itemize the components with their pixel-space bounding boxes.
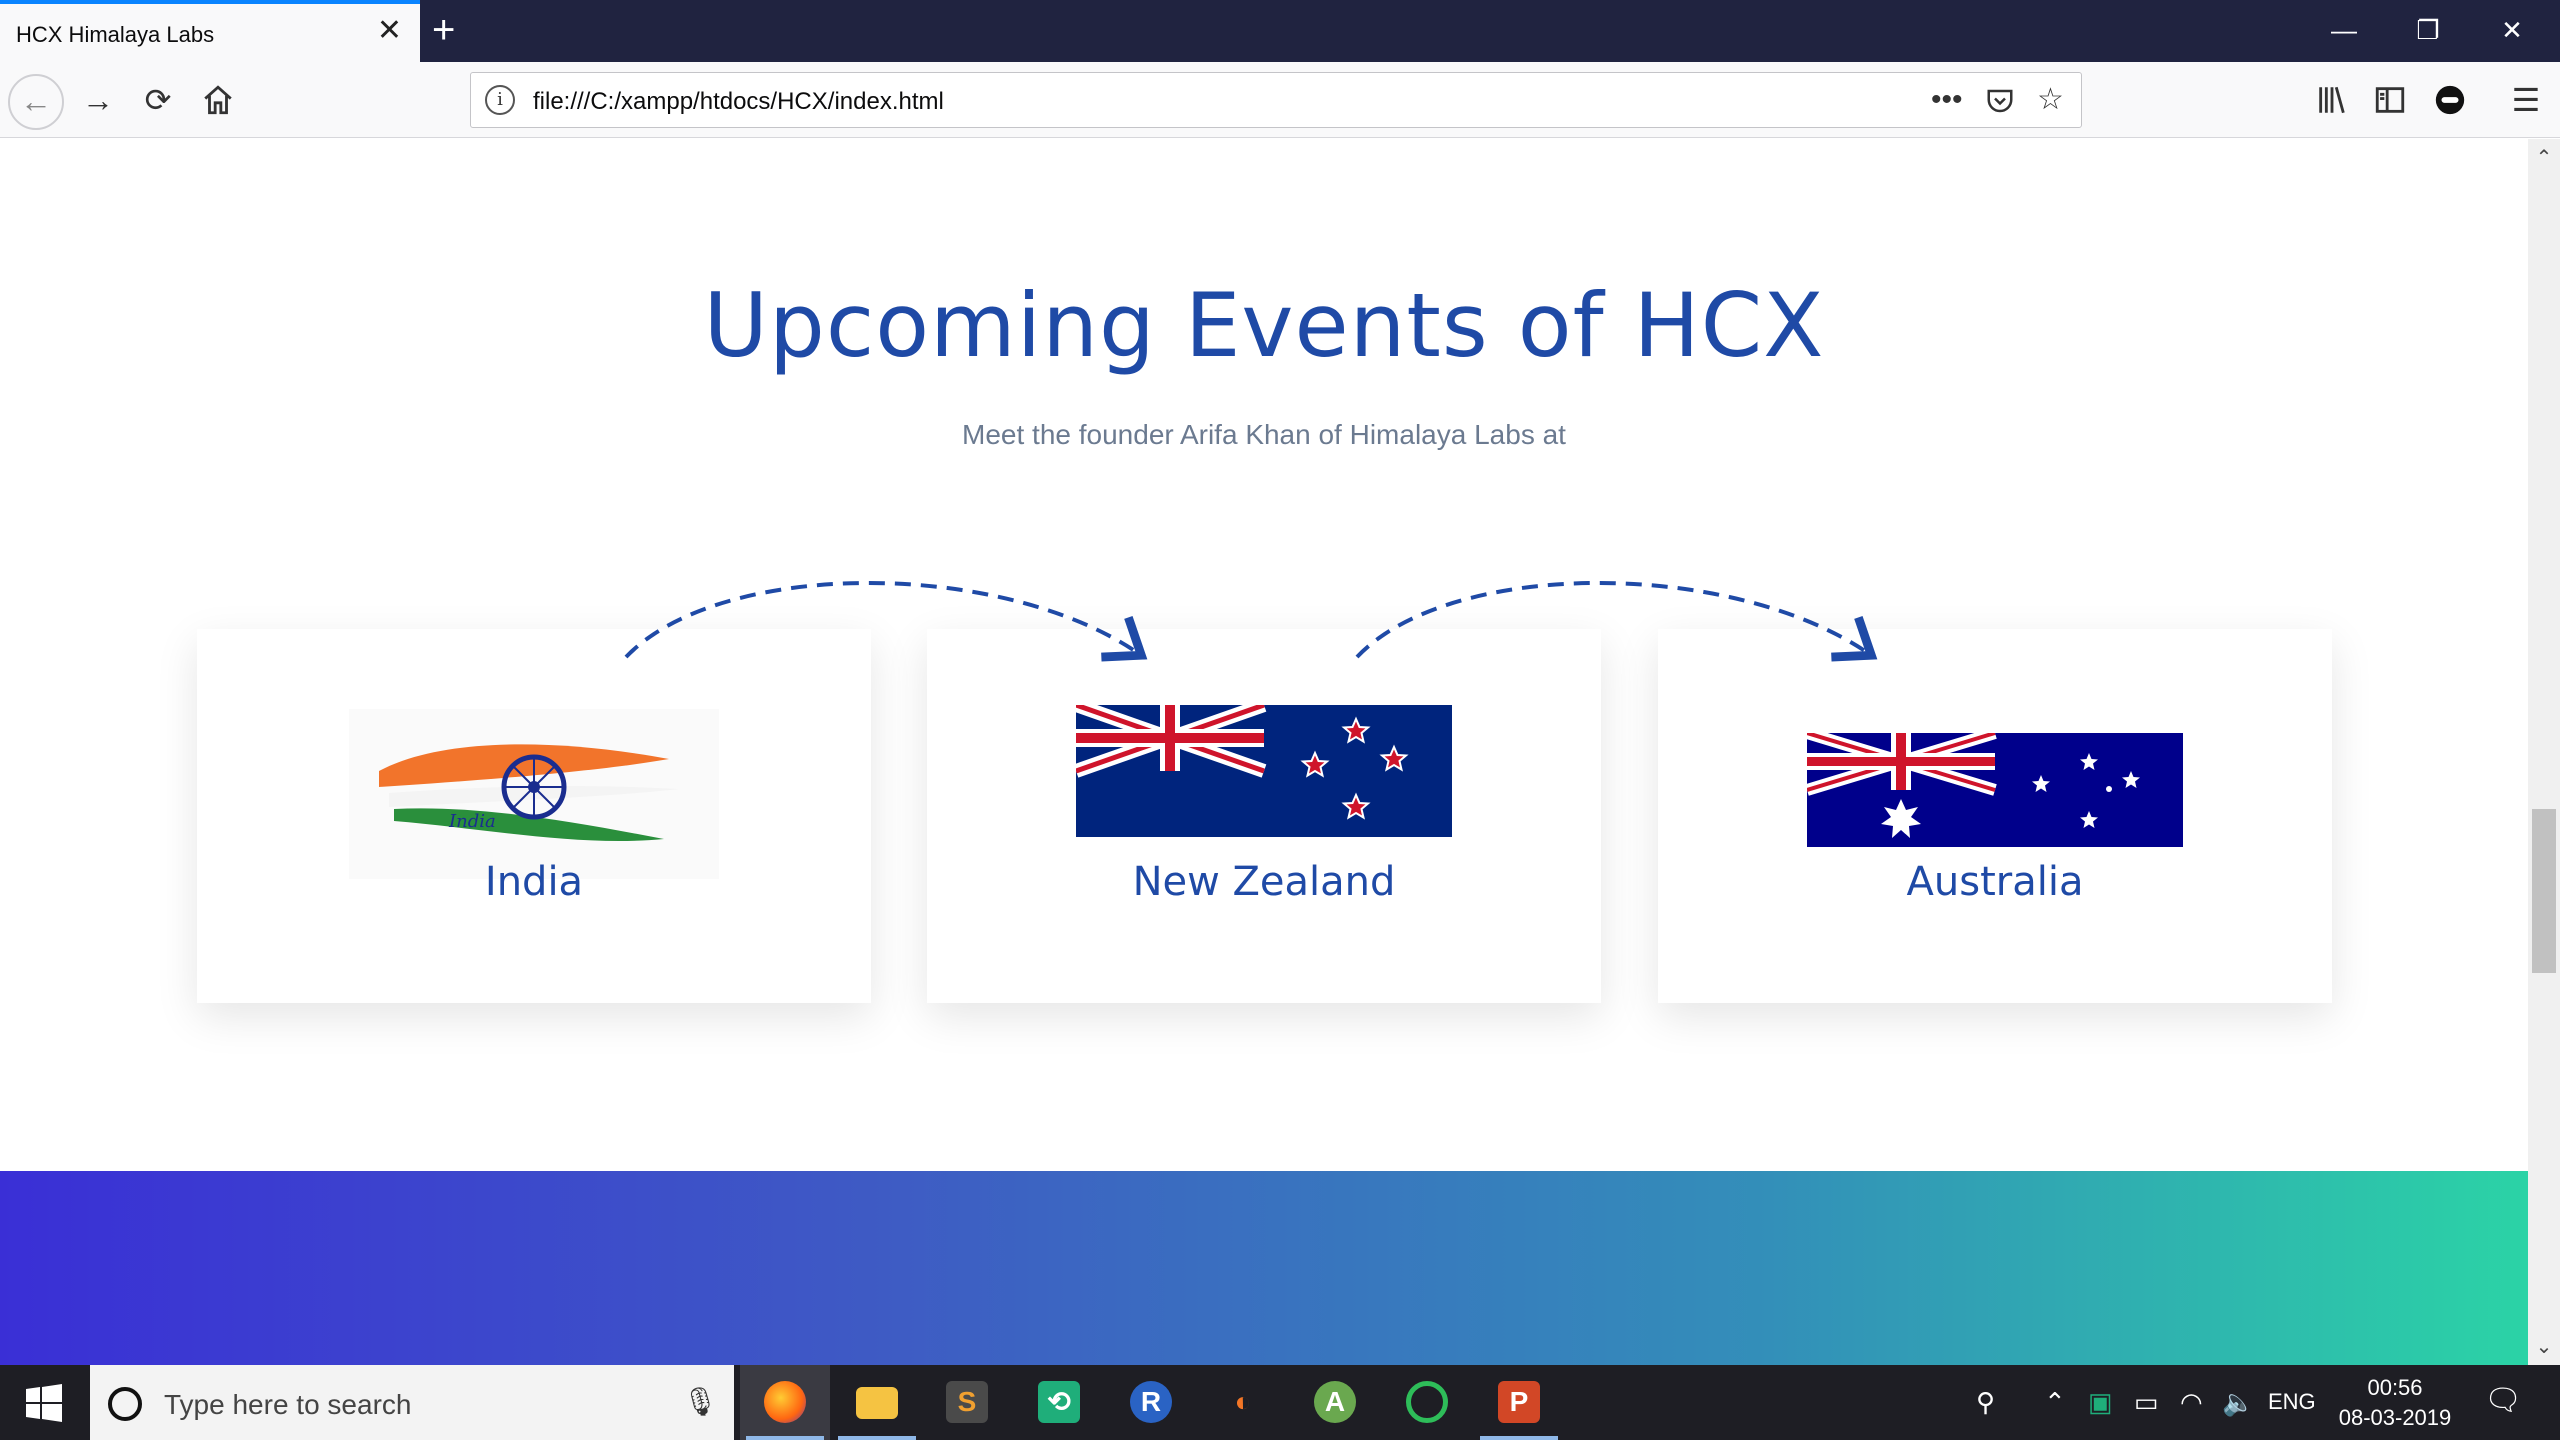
minimize-icon[interactable]: — — [2302, 0, 2386, 62]
new-zealand-flag — [1076, 705, 1452, 837]
close-window-icon[interactable]: ✕ — [2470, 0, 2554, 62]
page-title: Upcoming Events of HCX — [703, 274, 1825, 377]
svg-text:India: India — [448, 811, 496, 832]
url-bar[interactable]: i file:///C:/xampp/htdocs/HCX/index.html… — [470, 72, 2082, 128]
event-label-india: India — [484, 859, 584, 905]
account-icon[interactable] — [2428, 78, 2472, 122]
gradient-banner — [0, 1171, 2528, 1365]
tab-title: HCX Himalaya Labs — [16, 22, 215, 47]
powerpoint-taskbar-icon[interactable]: P — [1474, 1365, 1564, 1440]
event-label-australia: Australia — [1906, 859, 2084, 905]
tab-hcx[interactable]: HCX Himalaya Labs ✕ — [0, 0, 420, 62]
home-icon[interactable] — [196, 78, 240, 122]
sync-app-taskbar-icon[interactable]: ⟲ — [1014, 1365, 1104, 1440]
event-label-new-zealand: New Zealand — [1132, 859, 1396, 905]
jupyter-taskbar-icon[interactable]: ◐ — [1198, 1365, 1288, 1440]
event-card-new-zealand[interactable]: New Zealand — [927, 629, 1601, 1003]
battery-icon[interactable]: ▭ — [2134, 1387, 2159, 1418]
menu-icon[interactable]: ☰ — [2504, 78, 2548, 122]
language-indicator[interactable]: ENG — [2268, 1389, 2316, 1415]
wifi-icon[interactable]: ◠ — [2180, 1387, 2203, 1418]
forward-icon[interactable]: → — [76, 78, 120, 122]
cortana-icon — [108, 1387, 142, 1421]
show-hidden-icons[interactable]: ⌃ — [2044, 1387, 2066, 1418]
pocket-icon[interactable] — [1985, 81, 2015, 126]
scroll-thumb[interactable] — [2532, 809, 2556, 973]
r-taskbar-icon[interactable]: R — [1106, 1365, 1196, 1440]
loading-app-taskbar-icon[interactable] — [1382, 1365, 1472, 1440]
microphone-icon[interactable]: 🎙 — [682, 1385, 718, 1418]
firefox-taskbar-icon[interactable] — [740, 1365, 830, 1440]
windows-start-icon[interactable] — [0, 1365, 88, 1440]
scroll-down-icon[interactable]: ⌄ — [2528, 1334, 2560, 1359]
event-card-india[interactable]: India India — [197, 629, 871, 1003]
page-subtitle: Meet the founder Arifa Khan of Himalaya … — [962, 419, 1566, 450]
back-icon[interactable]: ← — [8, 74, 64, 130]
clock-date: 08-03-2019 — [2338, 1405, 2452, 1430]
info-icon[interactable]: i — [485, 85, 515, 115]
reload-icon[interactable]: ⟳ — [136, 78, 180, 122]
india-flag: India — [349, 709, 719, 879]
page-actions-icon[interactable]: ••• — [1931, 81, 1963, 119]
restore-icon[interactable]: ❐ — [2386, 0, 2470, 62]
android-studio-taskbar-icon[interactable]: A — [1290, 1365, 1380, 1440]
sidebar-icon[interactable] — [2368, 78, 2412, 122]
new-tab-icon[interactable]: + — [432, 6, 455, 54]
vertical-scrollbar[interactable]: ⌃ ⌄ — [2528, 139, 2560, 1365]
scroll-up-icon[interactable]: ⌃ — [2528, 145, 2560, 170]
page-content: Upcoming Events of HCX Meet the founder … — [0, 139, 2528, 1365]
navigation-bar: ← → ⟳ i file:///C:/xampp/htdocs/HCX/inde… — [0, 62, 2560, 138]
close-tab-icon[interactable]: ✕ — [377, 16, 402, 46]
clock-time: 00:56 — [2367, 1375, 2423, 1400]
sync-tray-icon[interactable]: ▣ — [2088, 1387, 2113, 1418]
taskbar: Type here to search 🎙 S ⟲ R ◐ A P ⚲ ⌃ ▣ … — [0, 1365, 2560, 1440]
notifications-icon[interactable]: 🗨 — [2484, 1383, 2522, 1418]
australia-flag — [1807, 733, 2183, 847]
file-explorer-taskbar-icon[interactable] — [832, 1365, 922, 1440]
library-icon[interactable] — [2310, 78, 2354, 122]
event-card-australia[interactable]: Australia — [1658, 629, 2332, 1003]
url-text: file:///C:/xampp/htdocs/HCX/index.html — [533, 88, 944, 115]
volume-icon[interactable]: 🔈 — [2222, 1387, 2254, 1418]
bookmark-star-icon[interactable]: ☆ — [2037, 81, 2064, 119]
clock[interactable]: 00:56 08-03-2019 — [2330, 1373, 2460, 1433]
taskbar-search[interactable]: Type here to search 🎙 — [90, 1365, 734, 1440]
people-icon[interactable]: ⚲ — [1976, 1387, 1995, 1418]
search-placeholder: Type here to search — [164, 1389, 412, 1420]
tab-bar: HCX Himalaya Labs ✕ + — ❐ ✕ — [0, 0, 2560, 62]
sublime-taskbar-icon[interactable]: S — [922, 1365, 1012, 1440]
